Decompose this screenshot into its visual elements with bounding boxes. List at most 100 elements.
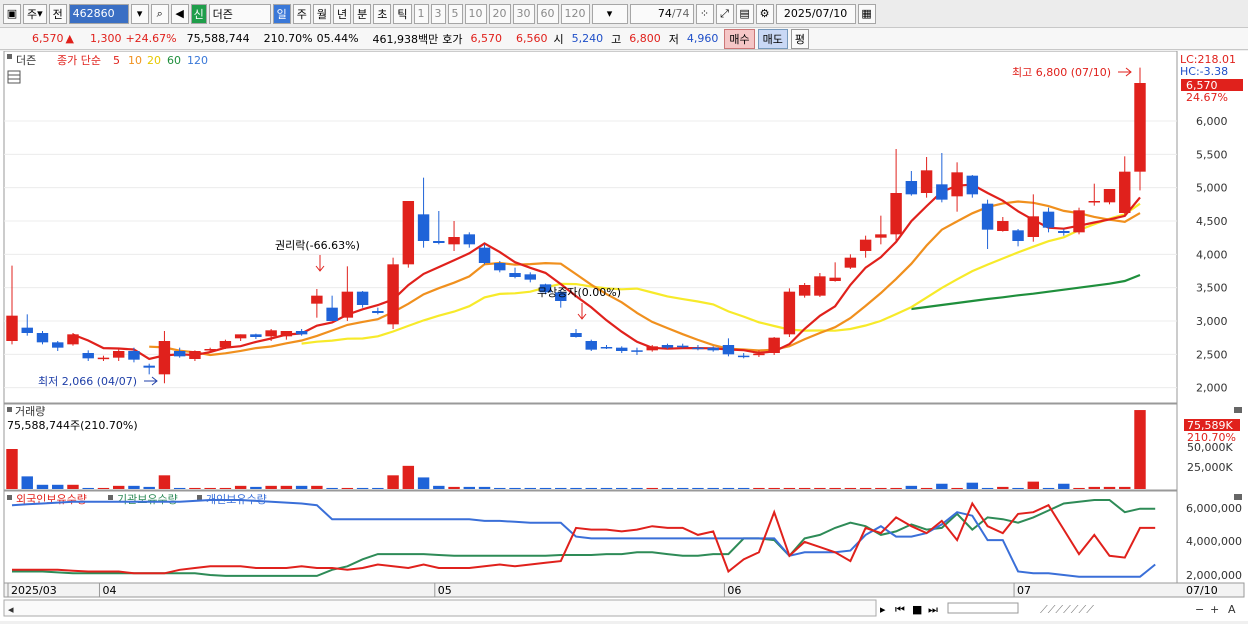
drawing-tools-icon[interactable]: ⟋⟋⟋⟋⟋⟋⟋ <box>1040 603 1094 616</box>
prev-button[interactable]: 전 <box>48 3 67 24</box>
search-icon[interactable]: ⌕ <box>150 3 169 24</box>
sell-button[interactable]: 매도 <box>757 28 788 49</box>
candle-down <box>722 345 735 355</box>
period-select[interactable]: 주 ▾ <box>23 3 47 24</box>
candle-down <box>631 350 643 352</box>
candle-down <box>966 175 979 195</box>
volume-panel-frame <box>3 403 1178 491</box>
price-tick-label: 5,500 <box>1196 148 1228 161</box>
volume-panel-close-icon[interactable] <box>1234 407 1242 413</box>
candle-up <box>814 276 826 296</box>
first-page-icon[interactable]: ⏮ <box>895 603 905 616</box>
candle-down <box>326 307 338 321</box>
zoom-slider[interactable] <box>947 602 1019 614</box>
zoom-in-icon[interactable]: + <box>1210 603 1219 616</box>
volume-bar <box>433 485 445 489</box>
gear-icon[interactable]: ⚙ <box>755 3 774 24</box>
range-120[interactable]: 120 <box>560 3 590 24</box>
volume-bar <box>555 487 567 489</box>
max-price-label: 최고 6,800 (07/10) <box>1012 66 1111 79</box>
interval-minute[interactable]: 분 <box>353 3 372 24</box>
volume-bar <box>21 476 33 489</box>
speaker-icon[interactable]: ◀ <box>170 3 189 24</box>
price-tick-label: 6,000 <box>1196 115 1228 128</box>
high-label: 고 <box>611 32 622 46</box>
volume-bar <box>707 487 719 489</box>
range-5[interactable]: 5 <box>447 3 463 24</box>
stock-code: 462860 <box>72 7 115 20</box>
code-dropdown-icon[interactable]: ▾ <box>130 3 149 24</box>
volume-bar <box>936 483 948 489</box>
volume-bar <box>463 486 476 489</box>
interval-day[interactable]: 일 <box>272 3 291 24</box>
split-annotation: 권리락(-66.63%) <box>275 239 360 252</box>
range-1[interactable]: 1 <box>413 3 429 24</box>
last-pct-label: 24.67% <box>1186 91 1228 104</box>
last-page-icon[interactable]: ⏭ <box>928 603 938 616</box>
x-axis-label: 04 <box>102 584 116 597</box>
chart-area[interactable]: 더즌 종가 단순 5 10 20 60 120 LC:218.01 HC:-3.… <box>0 50 1248 621</box>
candle-up <box>6 315 18 341</box>
volume-bar <box>402 465 415 489</box>
volume-bar <box>1103 486 1116 489</box>
interval-year[interactable]: 년 <box>333 3 352 24</box>
buy-button[interactable]: 매수 <box>724 28 755 49</box>
candle-down <box>905 181 918 195</box>
stock-name-field[interactable]: 더즌 <box>208 3 271 24</box>
eval-button[interactable]: 평 <box>790 28 810 49</box>
range-3[interactable]: 3 <box>430 3 446 24</box>
range-select[interactable]: ▾ <box>591 3 628 24</box>
candle-up <box>158 341 171 375</box>
interval-week[interactable]: 주 <box>292 3 311 24</box>
current-price: 6,570 <box>32 32 64 45</box>
price-change-pct: +24.67% <box>125 32 177 45</box>
candle-down <box>1012 230 1024 241</box>
stop-icon[interactable]: ■ <box>912 603 922 616</box>
scroll-left-icon[interactable]: ◂ <box>8 603 14 616</box>
zoom-out-icon[interactable]: − <box>1195 603 1204 616</box>
stock-chart[interactable]: 더즌 종가 단순 5 10 20 60 120 LC:218.01 HC:-3.… <box>0 50 1248 621</box>
volume-bar <box>676 487 689 489</box>
volume-bar <box>265 485 277 489</box>
candle-up <box>112 351 125 358</box>
candle-down <box>21 327 33 333</box>
volume-bar <box>570 487 582 489</box>
date-field[interactable]: 2025/07/10 <box>775 3 856 24</box>
up-arrow-icon: ▲ <box>65 32 74 45</box>
scroll-right-icon[interactable]: ▸ <box>880 603 886 616</box>
candle-down <box>707 347 719 351</box>
candle-up <box>646 346 658 351</box>
range-60[interactable]: 60 <box>536 3 559 24</box>
quote-label: 호가 <box>442 32 463 46</box>
candle-down <box>356 291 369 305</box>
calendar-icon[interactable]: ▦ <box>857 3 876 24</box>
volume-bar <box>189 487 201 489</box>
stock-code-input[interactable]: 462860 <box>68 3 129 24</box>
interval-second[interactable]: 초 <box>373 3 392 24</box>
volume-bar <box>494 487 506 489</box>
font-size-icon[interactable]: A <box>1228 603 1236 616</box>
candle-down <box>494 263 506 271</box>
grid-icon[interactable]: ⁘ <box>695 3 714 24</box>
horizontal-scrollbar[interactable] <box>3 599 877 617</box>
candle-down <box>82 353 94 359</box>
interval-tick[interactable]: 틱 <box>393 3 412 24</box>
candle-up <box>189 351 201 359</box>
period-label: 주 <box>27 7 38 21</box>
crosshair-icon[interactable]: ⤢ <box>715 3 734 24</box>
range-20[interactable]: 20 <box>488 3 511 24</box>
range-10[interactable]: 10 <box>464 3 487 24</box>
table-toggle-icon[interactable] <box>7 70 21 84</box>
volume-bar <box>753 487 765 489</box>
holdings-panel-close-icon[interactable] <box>1234 494 1242 500</box>
volume-bar <box>478 486 491 489</box>
save-icon[interactable]: ▤ <box>735 3 754 24</box>
interval-month[interactable]: 월 <box>312 3 332 24</box>
volume-bar <box>829 487 841 489</box>
range-30[interactable]: 30 <box>512 3 535 24</box>
volume-bar <box>234 485 247 489</box>
layout-icon[interactable]: ▣ <box>3 3 21 24</box>
page-count-field[interactable]: 74/74 <box>629 3 694 24</box>
candle-down <box>570 333 582 337</box>
min-price-label: 최저 2,066 (04/07) <box>38 375 137 388</box>
